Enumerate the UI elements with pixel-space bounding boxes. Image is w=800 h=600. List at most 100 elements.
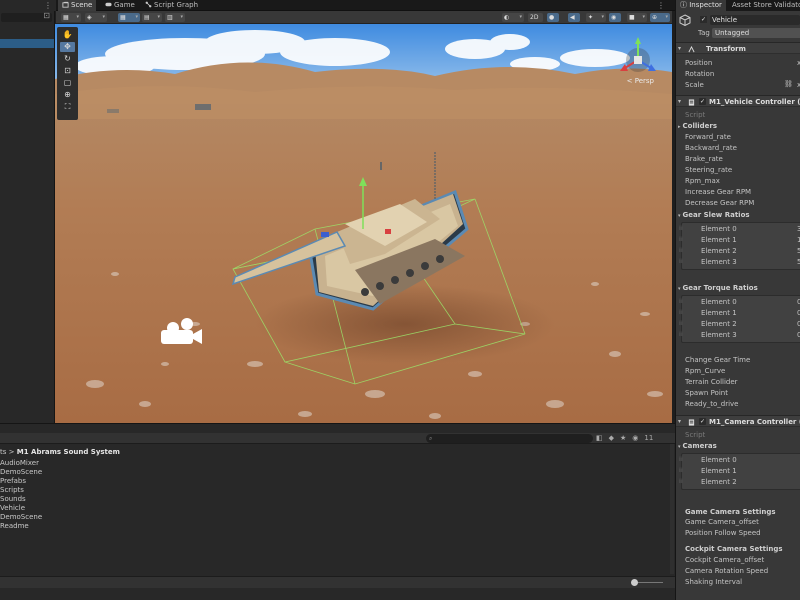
grid-icon: ▦ [63, 14, 69, 21]
link-icon[interactable]: ⛓ [784, 80, 793, 88]
filter-label-icon[interactable]: ◆ [609, 434, 614, 442]
cockpit-camera-settings-heading: Cockpit Camera Settings [685, 545, 783, 553]
scale-tool-icon[interactable]: ⊡ [60, 66, 75, 76]
game-camera-settings-heading: Game Camera Settings [685, 508, 776, 516]
field-increase-gear-rpm: Increase Gear RPM [685, 188, 752, 196]
tab-inspector[interactable]: ⓘ Inspector [676, 0, 726, 11]
drag-handle-icon[interactable]: ⁞⁞ [679, 247, 683, 254]
breadcrumb-root[interactable]: ts [0, 448, 6, 456]
project-scrollbar[interactable] [670, 444, 674, 574]
global-local-toggle[interactable]: ◈ ▾ [85, 13, 107, 22]
component-enabled-checkbox[interactable]: ✓ [699, 98, 706, 105]
visibility-icon[interactable]: ◉ [632, 434, 638, 442]
field-decrease-gear-rpm: Decrease Gear RPM [685, 199, 755, 207]
scene-view[interactable]: ✋ ✥ ↻ ⊡ ▢ ⊕ ⛶ < Persp [55, 24, 672, 423]
field-brake-rate: Brake_rate [685, 155, 723, 163]
transform-header[interactable]: ▾ Transform [676, 42, 800, 54]
increment-snap-button[interactable]: ▤ ▾ [142, 13, 162, 22]
custom-tool-icon[interactable]: ⛶ [60, 102, 75, 112]
field-rpm-max: Rpm_max [685, 177, 720, 185]
grid-snap-icon: ▦ [120, 14, 126, 21]
more-options-icon[interactable]: ⋮ [44, 0, 52, 11]
scene-options-icon[interactable]: ⋮ [657, 0, 665, 11]
cube-icon: ◈ [87, 14, 92, 21]
expand-icon: ▾ [678, 45, 682, 52]
drag-handle-icon[interactable]: ⁞⁞ [679, 331, 683, 338]
breadcrumb-current[interactable]: M1 Abrams Sound System [17, 448, 120, 456]
pivot-snap-button[interactable]: ▦ ▾ [118, 13, 140, 22]
drag-handle-icon[interactable]: ⁞⁞ [679, 456, 683, 463]
gear-slew-ratios-foldout[interactable]: ▾ Gear Slew Ratios [678, 211, 750, 219]
drag-handle-icon[interactable]: ⁞⁞ [679, 320, 683, 327]
camera-element: Element 0 [701, 456, 737, 464]
drag-handle-icon[interactable]: ⁞⁞ [679, 236, 683, 243]
colliders-foldout[interactable]: ▸ Colliders [678, 122, 717, 130]
grid-visibility-button[interactable]: ▥ ▾ [165, 13, 185, 22]
tab-script-graph[interactable]: Script Graph [141, 0, 202, 11]
object-name-field[interactable]: Vehicle [710, 15, 800, 25]
camera-settings-dropdown[interactable]: ■ ▾ [627, 13, 647, 22]
expand-icon: ▾ [678, 98, 682, 105]
shading-mode-dropdown[interactable]: ◐ ▾ [502, 13, 524, 22]
effects-dropdown[interactable]: ✦ ▾ [586, 13, 606, 22]
breadcrumb: ts > M1 Abrams Sound System [0, 448, 120, 456]
hierarchy-panel: ⊡ [0, 11, 55, 423]
projection-toggle[interactable]: < Persp [627, 77, 654, 85]
expanded-arrow-icon: ▾ [678, 444, 681, 450]
drag-handle-icon[interactable]: ⁞⁞ [679, 478, 683, 485]
project-item[interactable]: AudioMixer [0, 459, 39, 467]
field-steering-rate: Steering_rate [685, 166, 733, 174]
camera-element: Element 2 [701, 478, 737, 486]
project-item[interactable]: Vehicle [0, 504, 25, 512]
rect-tool-icon[interactable]: ▢ [60, 78, 75, 88]
toggle-2d-button[interactable]: 2D [528, 13, 543, 22]
gear-torque-ratios-foldout[interactable]: ▾ Gear Torque Ratios [678, 284, 758, 292]
vehicle-controller-header[interactable]: ▾ ✓ M1_Vehicle Controller (Scrip [676, 95, 800, 107]
draw-mode-dropdown[interactable]: ▦ ▾ [61, 13, 81, 22]
drag-handle-icon[interactable]: ⁞⁞ [679, 225, 683, 232]
rotate-tool-icon[interactable]: ↻ [60, 54, 75, 64]
info-icon: ⓘ [680, 1, 690, 9]
gear-slew-list [681, 222, 800, 270]
transform-position-label: Position [685, 59, 713, 67]
project-item[interactable]: Scripts [0, 486, 24, 494]
component-enabled-checkbox[interactable]: ✓ [699, 418, 706, 425]
snap-icon: ▤ [144, 14, 150, 21]
tag-label: Tag [698, 29, 710, 37]
hierarchy-selected-row[interactable] [0, 39, 54, 48]
tab-scene[interactable]: Scene [58, 0, 97, 11]
slider-handle[interactable] [631, 579, 638, 586]
tab-game[interactable]: Game [101, 0, 139, 11]
tab-scene-label: Scene [71, 1, 93, 9]
lighting-toggle[interactable]: ● [547, 13, 559, 22]
project-item[interactable]: DemoScene [0, 513, 42, 521]
icon-size-slider[interactable] [631, 579, 663, 586]
project-item[interactable]: DemoScene [0, 468, 42, 476]
field-ready-to-drive: Ready_to_drive [685, 400, 739, 408]
tag-dropdown[interactable]: Untagged [712, 28, 800, 38]
active-checkbox[interactable]: ✓ [700, 16, 707, 23]
favorite-icon[interactable]: ★ [620, 434, 626, 442]
tab-asset-store-validator[interactable]: Asset Store Validator [728, 0, 800, 11]
project-item[interactable]: Sounds [0, 495, 26, 503]
filter-type-icon[interactable]: ◧ [596, 434, 603, 442]
gear-torque-element: Element 1 [701, 309, 737, 317]
gizmos-dropdown[interactable]: ⊕ ▾ [650, 13, 670, 22]
add-icon[interactable]: ⊡ [43, 11, 50, 20]
drag-handle-icon[interactable]: ⁞⁞ [679, 258, 683, 265]
project-search-input[interactable]: ⌕ [426, 434, 593, 443]
camera-controller-header[interactable]: ▾ ✓ M1_Camera Controller (Scrip [676, 415, 800, 427]
drag-handle-icon[interactable]: ⁞⁞ [679, 298, 683, 305]
drag-handle-icon[interactable]: ⁞⁞ [679, 467, 683, 474]
hand-tool-icon[interactable]: ✋ [60, 30, 75, 40]
cameras-foldout[interactable]: ▾ Cameras [678, 442, 717, 450]
drag-handle-icon[interactable]: ⁞⁞ [679, 309, 683, 316]
audio-toggle[interactable]: ◀ [568, 13, 580, 22]
hidden-objects-toggle[interactable]: ◉ [609, 13, 621, 22]
project-item[interactable]: Readme [0, 522, 29, 530]
tab-game-label: Game [114, 1, 135, 9]
move-tool-icon[interactable]: ✥ [60, 42, 75, 52]
project-item[interactable]: Prefabs [0, 477, 26, 485]
transform-tool-icon[interactable]: ⊕ [60, 90, 75, 100]
field-camera-rotation-speed: Camera Rotation Speed [685, 567, 769, 575]
